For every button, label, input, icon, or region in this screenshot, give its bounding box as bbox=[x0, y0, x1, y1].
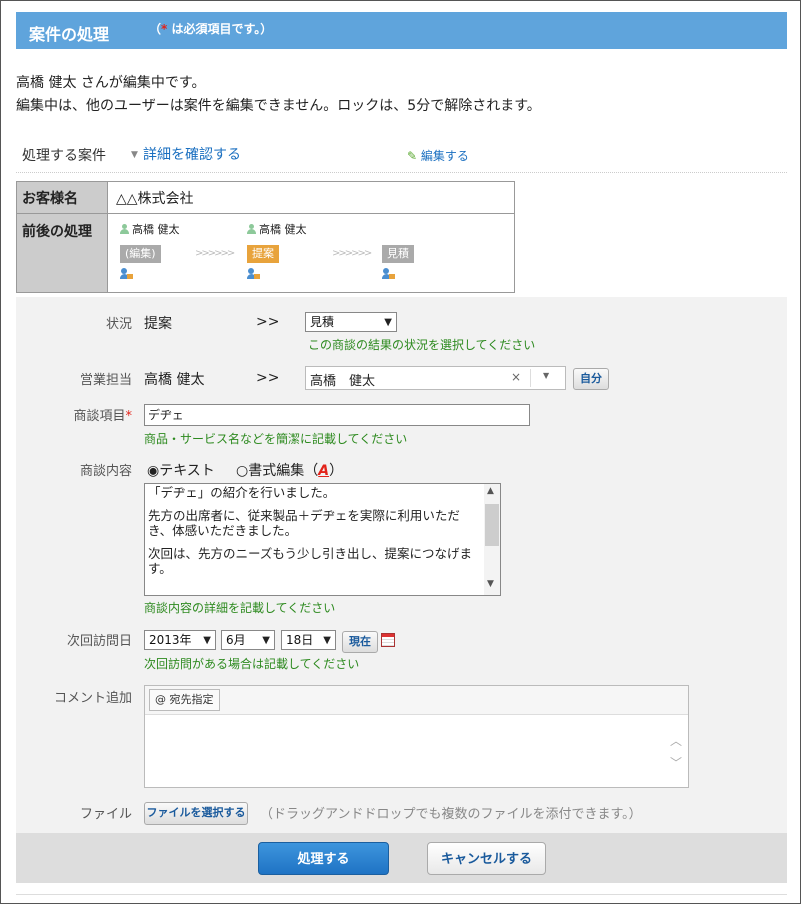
page-header: 案件の処理 （* は必須項目です。） bbox=[16, 12, 787, 49]
required-note: （* は必須項目です。） bbox=[149, 22, 273, 36]
sales-current: 高橋 健太 bbox=[144, 372, 205, 388]
calendar-icon[interactable] bbox=[381, 633, 395, 647]
status-select[interactable]: 見積 ▼ bbox=[305, 312, 397, 332]
item-hint: 商品・サービス名などを簡潔に記載してください bbox=[144, 432, 408, 446]
next-visit-hint: 次回訪問がある場合は記載してください bbox=[144, 657, 360, 671]
lock-notice-line2: 編集中は、他のユーザーは案件を編集できません。ロックは、5分で解除されます。 bbox=[16, 98, 541, 114]
page-title: 案件の処理 bbox=[29, 25, 110, 44]
comment-label: コメント追加 bbox=[53, 691, 132, 706]
file-label: ファイル bbox=[79, 807, 132, 822]
case-section-label: 処理する案件 bbox=[22, 148, 106, 164]
process-flow: 高橋 健太 (編集) >>>>>> 高橋 健太 提案 >>>>>> 見積 bbox=[108, 214, 514, 292]
cancel-button[interactable]: キャンセルする bbox=[427, 842, 546, 875]
status-current: 提案 bbox=[144, 316, 172, 332]
flow-person-1: 高橋 健太 bbox=[120, 221, 180, 237]
month-select[interactable]: 6月 ▼ bbox=[221, 630, 275, 650]
lock-notice: 高橋 健太 さんが編集中です。 編集中は、他のユーザーは案件を編集できません。ロ… bbox=[16, 72, 541, 118]
file-note: （ドラッグアンドドロップでも複数のファイルを添付できます。） bbox=[260, 807, 642, 822]
mention-button[interactable]: @ 宛先指定 bbox=[149, 689, 220, 711]
scroll-thumb[interactable] bbox=[485, 504, 499, 546]
self-button[interactable]: 自分 bbox=[573, 368, 609, 390]
flow-status-estimate: 見積 bbox=[382, 245, 414, 263]
item-input[interactable]: デヂェ bbox=[144, 404, 530, 426]
next-visit-label: 次回訪問日 bbox=[66, 634, 132, 649]
clear-icon[interactable]: × bbox=[511, 370, 521, 384]
scroll-down-icon[interactable]: ﹀ bbox=[670, 754, 682, 771]
chevron-down-icon: ▼ bbox=[262, 635, 270, 646]
divider bbox=[16, 894, 787, 895]
detail-link[interactable]: 詳細を確認する bbox=[143, 144, 241, 164]
window: 案件の処理 （* は必須項目です。） 高橋 健太 さんが編集中です。 編集中は、… bbox=[0, 0, 801, 904]
choose-file-button[interactable]: ファイルを選択する bbox=[144, 802, 248, 825]
radio-rich-mode[interactable]: ○書式編集（A） bbox=[236, 460, 343, 480]
assign-user-icon[interactable] bbox=[120, 268, 133, 281]
content-textarea[interactable]: 「デヂェ」の紹介を行いました。 先方の出席者に、従来製品＋デヂェを実際に利用いた… bbox=[144, 483, 501, 596]
scroll-down-icon[interactable]: ▼ bbox=[487, 579, 494, 589]
content-label: 商談内容 bbox=[79, 464, 132, 479]
assign-user-icon[interactable] bbox=[382, 268, 395, 281]
chevron-down-icon: ▼ bbox=[203, 635, 211, 646]
sales-label: 営業担当 bbox=[79, 373, 132, 388]
flow-arrows-2: >>>>>> bbox=[332, 248, 372, 259]
scroll-up-icon[interactable]: ︿ bbox=[670, 732, 682, 749]
sales-arrow: >> bbox=[256, 370, 280, 386]
item-label: 商談項目* bbox=[73, 409, 132, 424]
sales-combobox[interactable]: 高橋 健太 × ▼ bbox=[305, 366, 566, 390]
pencil-icon: ✎ bbox=[407, 149, 418, 163]
scroll-up-icon[interactable]: ▲ bbox=[487, 486, 494, 496]
radio-text-mode[interactable]: ◉テキスト bbox=[147, 460, 215, 480]
edit-link[interactable]: ✎ 編集する bbox=[407, 147, 469, 164]
user-icon bbox=[247, 224, 256, 234]
caret-down-icon[interactable]: ▼ bbox=[131, 150, 138, 160]
case-info-table: お客様名 △△株式会社 前後の処理 高橋 健太 (編集) >>>>>> 高橋 健… bbox=[16, 181, 515, 293]
required-star: * bbox=[161, 22, 168, 36]
status-label: 状況 bbox=[105, 317, 132, 332]
user-icon bbox=[120, 224, 129, 234]
flow-label: 前後の処理 bbox=[16, 213, 108, 293]
year-select[interactable]: 2013年 ▼ bbox=[144, 630, 216, 650]
sales-combobox-value: 高橋 健太 bbox=[310, 374, 376, 389]
day-select[interactable]: 18日 ▼ bbox=[281, 630, 336, 650]
now-button[interactable]: 現在 bbox=[342, 631, 378, 653]
textarea-scrollbar[interactable]: ▲ ▼ bbox=[484, 484, 500, 595]
combobox-separator bbox=[530, 369, 531, 387]
chevron-down-icon: ▼ bbox=[384, 317, 392, 328]
submit-button[interactable]: 処理する bbox=[258, 842, 389, 875]
flow-arrows-1: >>>>>> bbox=[195, 248, 235, 259]
case-section-header: 処理する案件 ▼ 詳細を確認する ✎ 編集する bbox=[16, 144, 787, 173]
chevron-down-icon: ▼ bbox=[323, 635, 331, 646]
comment-toolbar: @ 宛先指定 bbox=[145, 686, 688, 715]
chevron-down-icon[interactable]: ▼ bbox=[543, 371, 549, 380]
customer-value: △△株式会社 bbox=[107, 181, 515, 214]
flow-person-2: 高橋 健太 bbox=[247, 221, 307, 237]
assign-user-icon[interactable] bbox=[247, 268, 260, 281]
status-arrow: >> bbox=[256, 314, 280, 330]
flow-status-proposal: 提案 bbox=[247, 245, 279, 263]
lock-notice-line1: 高橋 健太 さんが編集中です。 bbox=[16, 75, 206, 91]
content-text: 「デヂェ」の紹介を行いました。 先方の出席者に、従来製品＋デヂェを実際に利用いた… bbox=[148, 485, 473, 576]
flow-status-edit: (編集) bbox=[120, 245, 161, 263]
status-hint: この商談の結果の状況を選択してください bbox=[308, 338, 536, 352]
customer-label: お客様名 bbox=[16, 181, 108, 214]
content-hint: 商談内容の詳細を記載してください bbox=[144, 601, 336, 615]
rich-text-icon: A bbox=[318, 463, 330, 479]
form-footer: 処理する キャンセルする bbox=[16, 833, 787, 883]
comment-box[interactable]: @ 宛先指定 ︿ ﹀ bbox=[144, 685, 689, 788]
process-form: 状況 提案 >> 見積 ▼ この商談の結果の状況を選択してください 営業担当 高橋… bbox=[16, 297, 787, 833]
